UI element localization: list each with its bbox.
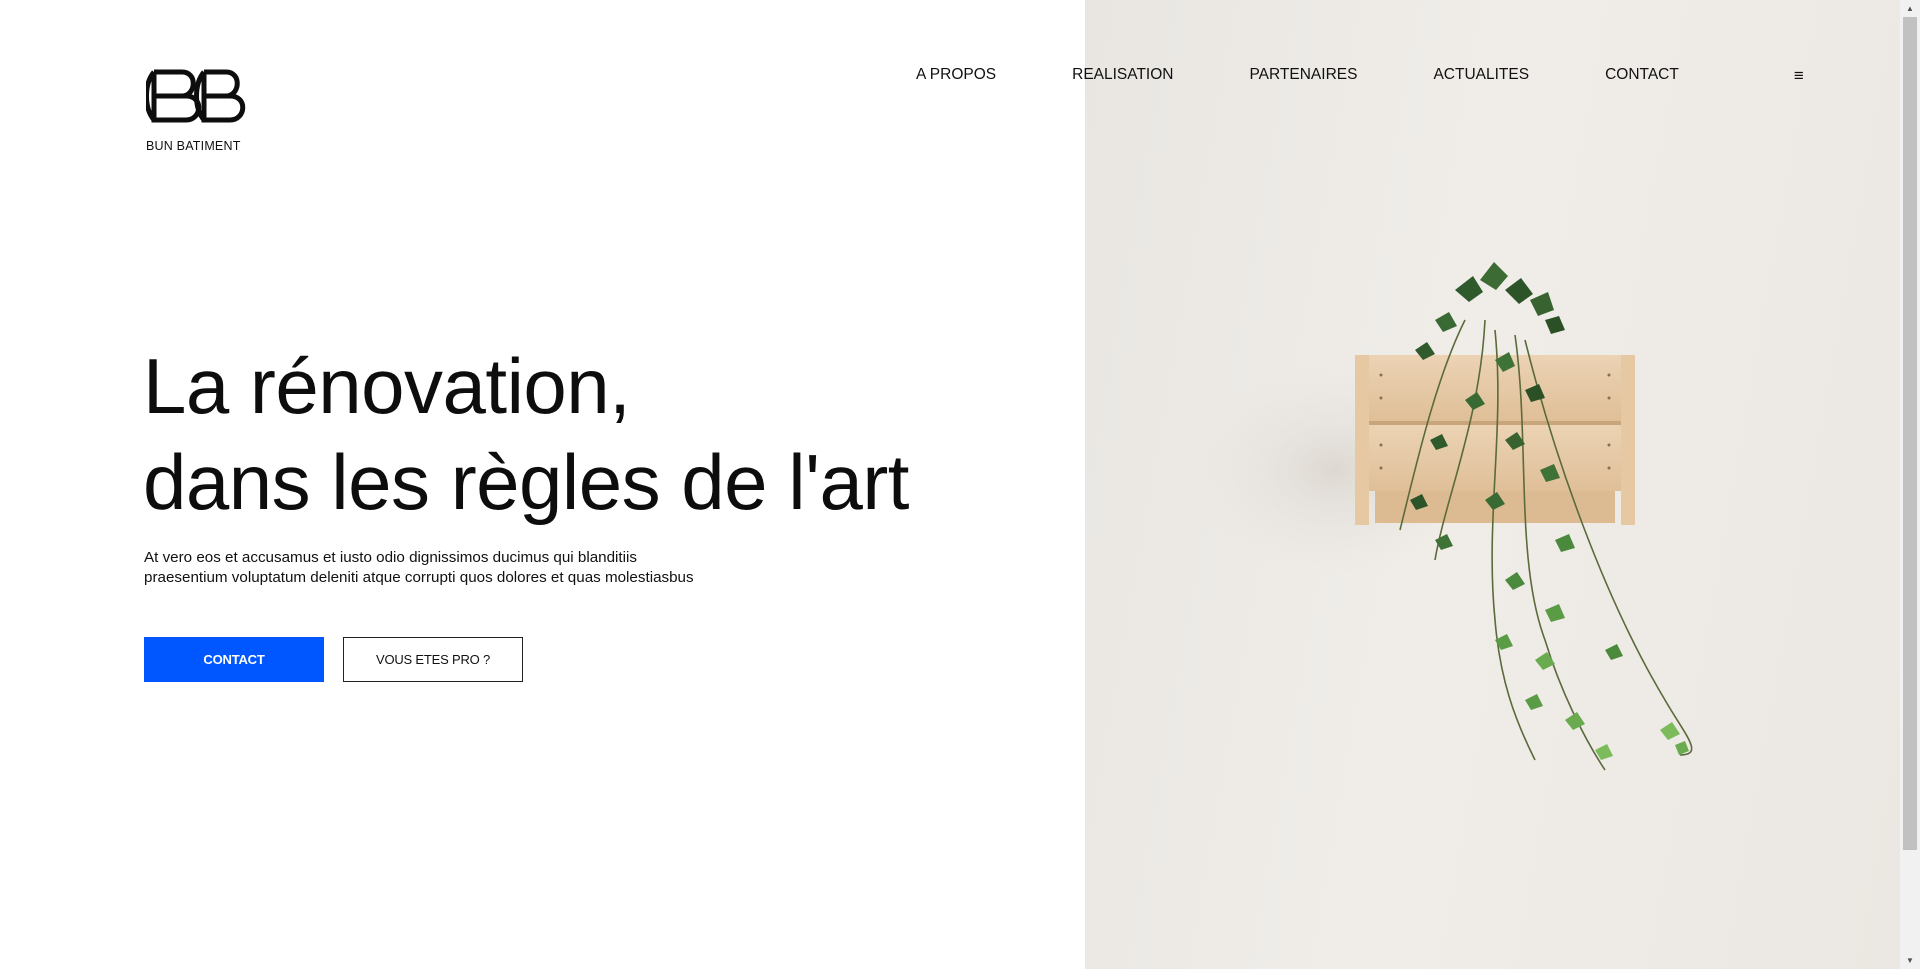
nav-item-a-propos[interactable]: A PROPOS: [916, 66, 996, 84]
nav-item-partenaires[interactable]: PARTENAIRES: [1249, 66, 1357, 84]
hero-image: [1085, 0, 1900, 969]
contact-button[interactable]: CONTACT: [144, 637, 324, 682]
hero-description-line-1: At vero eos et accusamus et iusto odio d…: [144, 549, 637, 566]
hero-headline-line-2: dans les règles de l'art: [143, 438, 909, 526]
nav-item-realisation[interactable]: REALISATION: [1072, 66, 1173, 84]
hero-description: At vero eos et accusamus et iusto odio d…: [144, 548, 694, 587]
plant-crate-illustration: [1185, 262, 1693, 771]
hero-headline: La rénovation, dans les règles de l'art: [143, 338, 909, 530]
hero-headline-line-1: La rénovation,: [143, 342, 631, 430]
page-scrollbar[interactable]: ▲ ▼: [1900, 0, 1920, 969]
nav-item-contact[interactable]: CONTACT: [1605, 66, 1679, 84]
scroll-up-arrow-icon[interactable]: ▲: [1900, 0, 1920, 17]
brand-logo[interactable]: BUN BATIMENT: [144, 68, 256, 153]
scrollbar-thumb[interactable]: [1903, 17, 1917, 850]
bb-logo-mark: [144, 69, 246, 123]
main-navigation: A PROPOS REALISATION PARTENAIRES ACTUALI…: [916, 66, 1804, 84]
hamburger-menu-icon[interactable]: ≡: [1794, 67, 1804, 84]
hero-description-line-2: praesentium voluptatum deleniti atque co…: [144, 568, 694, 586]
landing-page: BUN BATIMENT A PROPOS REALISATION PARTEN…: [0, 0, 1920, 969]
vous-etes-pro-button[interactable]: VOUS ETES PRO ?: [343, 637, 523, 682]
brand-name: BUN BATIMENT: [146, 139, 241, 153]
nav-item-actualites[interactable]: ACTUALITES: [1433, 66, 1529, 84]
scroll-down-arrow-icon[interactable]: ▼: [1900, 952, 1920, 969]
